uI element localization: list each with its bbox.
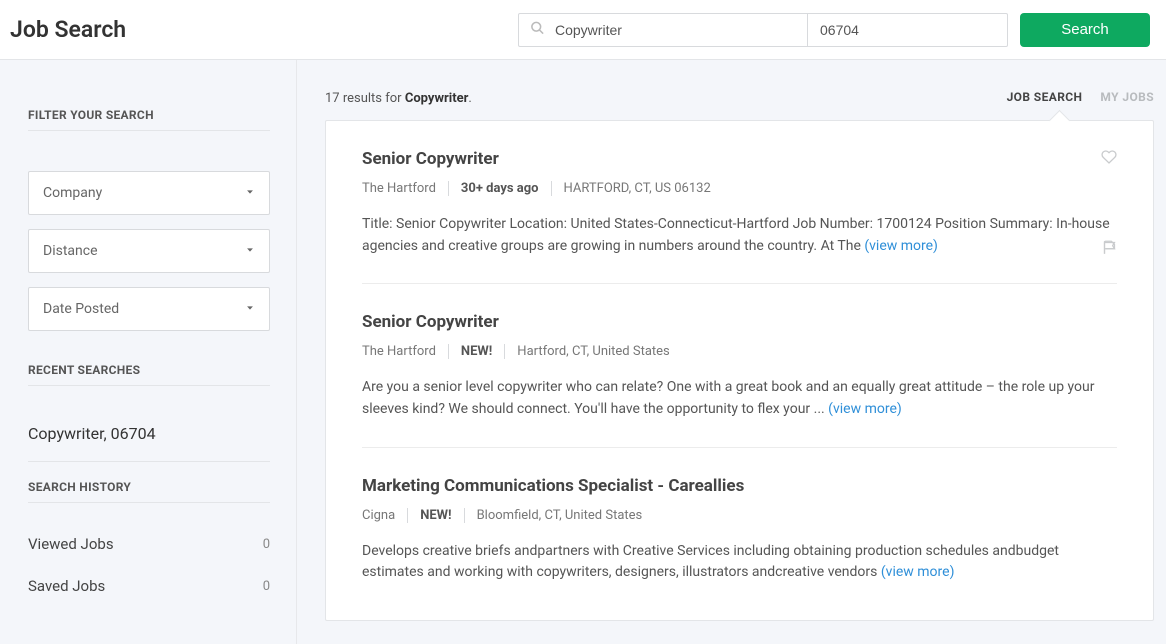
results-header: 17 results for Copywriter. JOB SEARCH MY… bbox=[325, 90, 1154, 106]
filter-company[interactable]: Company bbox=[28, 171, 270, 215]
job-location: HARTFORD, CT, US 06132 bbox=[551, 181, 723, 196]
heart-icon[interactable] bbox=[1101, 149, 1117, 169]
viewed-jobs-row[interactable]: Viewed Jobs 0 bbox=[28, 523, 270, 565]
filter-title: FILTER YOUR SEARCH bbox=[28, 108, 270, 131]
job-meta: The Hartford NEW! Hartford, CT, United S… bbox=[362, 344, 1117, 359]
results-panel: Senior Copywriter The Hartford 30+ days … bbox=[325, 120, 1154, 621]
filter-label: Company bbox=[43, 185, 102, 201]
results-count: 17 results for Copywriter. bbox=[325, 91, 472, 106]
job-company: Cigna bbox=[362, 508, 407, 523]
search-button[interactable]: Search bbox=[1020, 13, 1150, 47]
chevron-down-icon bbox=[245, 185, 255, 201]
job-item: Marketing Communications Specialist - Ca… bbox=[362, 476, 1117, 610]
recent-search-item[interactable]: Copywriter, 06704 bbox=[28, 406, 270, 462]
saved-jobs-row[interactable]: Saved Jobs 0 bbox=[28, 565, 270, 607]
view-more-link[interactable]: (view more) bbox=[828, 401, 902, 417]
job-title[interactable]: Senior Copywriter bbox=[362, 149, 1117, 169]
job-company: The Hartford bbox=[362, 344, 448, 359]
sidebar: FILTER YOUR SEARCH Company Distance Date… bbox=[0, 60, 297, 644]
job-item: Senior Copywriter The Hartford 30+ days … bbox=[362, 149, 1117, 284]
content: 17 results for Copywriter. JOB SEARCH MY… bbox=[297, 60, 1166, 644]
job-badge: NEW! bbox=[448, 344, 504, 359]
main: FILTER YOUR SEARCH Company Distance Date… bbox=[0, 60, 1166, 644]
job-title[interactable]: Senior Copywriter bbox=[362, 312, 1117, 332]
flag-icon[interactable] bbox=[1102, 240, 1117, 259]
keyword-input[interactable] bbox=[518, 13, 808, 47]
history-count: 0 bbox=[263, 537, 270, 552]
job-company: The Hartford bbox=[362, 181, 448, 196]
tab-job-search[interactable]: JOB SEARCH bbox=[1007, 90, 1083, 106]
job-description: Develops creative briefs andpartners wit… bbox=[362, 541, 1117, 584]
filter-label: Date Posted bbox=[43, 301, 119, 317]
page-title: Job Search bbox=[10, 16, 126, 43]
job-title[interactable]: Marketing Communications Specialist - Ca… bbox=[362, 476, 1117, 496]
job-item: Senior Copywriter The Hartford NEW! Hart… bbox=[362, 312, 1117, 447]
filter-date-posted[interactable]: Date Posted bbox=[28, 287, 270, 331]
search-icon bbox=[530, 20, 545, 39]
tabs: JOB SEARCH MY JOBS bbox=[1007, 90, 1154, 106]
job-description: Are you a senior level copywriter who ca… bbox=[362, 377, 1117, 420]
history-count: 0 bbox=[263, 579, 270, 594]
job-location: Bloomfield, CT, United States bbox=[464, 508, 655, 523]
job-badge: 30+ days ago bbox=[448, 181, 551, 196]
chevron-down-icon bbox=[245, 301, 255, 317]
keyword-input-wrap bbox=[518, 13, 808, 47]
tab-my-jobs[interactable]: MY JOBS bbox=[1100, 90, 1154, 106]
job-location: Hartford, CT, United States bbox=[504, 344, 681, 359]
job-meta: The Hartford 30+ days ago HARTFORD, CT, … bbox=[362, 181, 1117, 196]
search-container: Search bbox=[518, 13, 1156, 47]
filter-label: Distance bbox=[43, 243, 98, 259]
job-badge: NEW! bbox=[407, 508, 463, 523]
location-input[interactable] bbox=[808, 13, 1008, 47]
history-title: SEARCH HISTORY bbox=[28, 480, 270, 503]
job-description: Title: Senior Copywriter Location: Unite… bbox=[362, 214, 1117, 257]
chevron-down-icon bbox=[245, 243, 255, 259]
history-label: Saved Jobs bbox=[28, 577, 105, 595]
view-more-link[interactable]: (view more) bbox=[864, 238, 938, 254]
filter-distance[interactable]: Distance bbox=[28, 229, 270, 273]
recent-title: RECENT SEARCHES bbox=[28, 363, 270, 386]
view-more-link[interactable]: (view more) bbox=[881, 564, 955, 580]
header: Job Search Search bbox=[0, 0, 1166, 60]
job-meta: Cigna NEW! Bloomfield, CT, United States bbox=[362, 508, 1117, 523]
history-label: Viewed Jobs bbox=[28, 535, 114, 553]
